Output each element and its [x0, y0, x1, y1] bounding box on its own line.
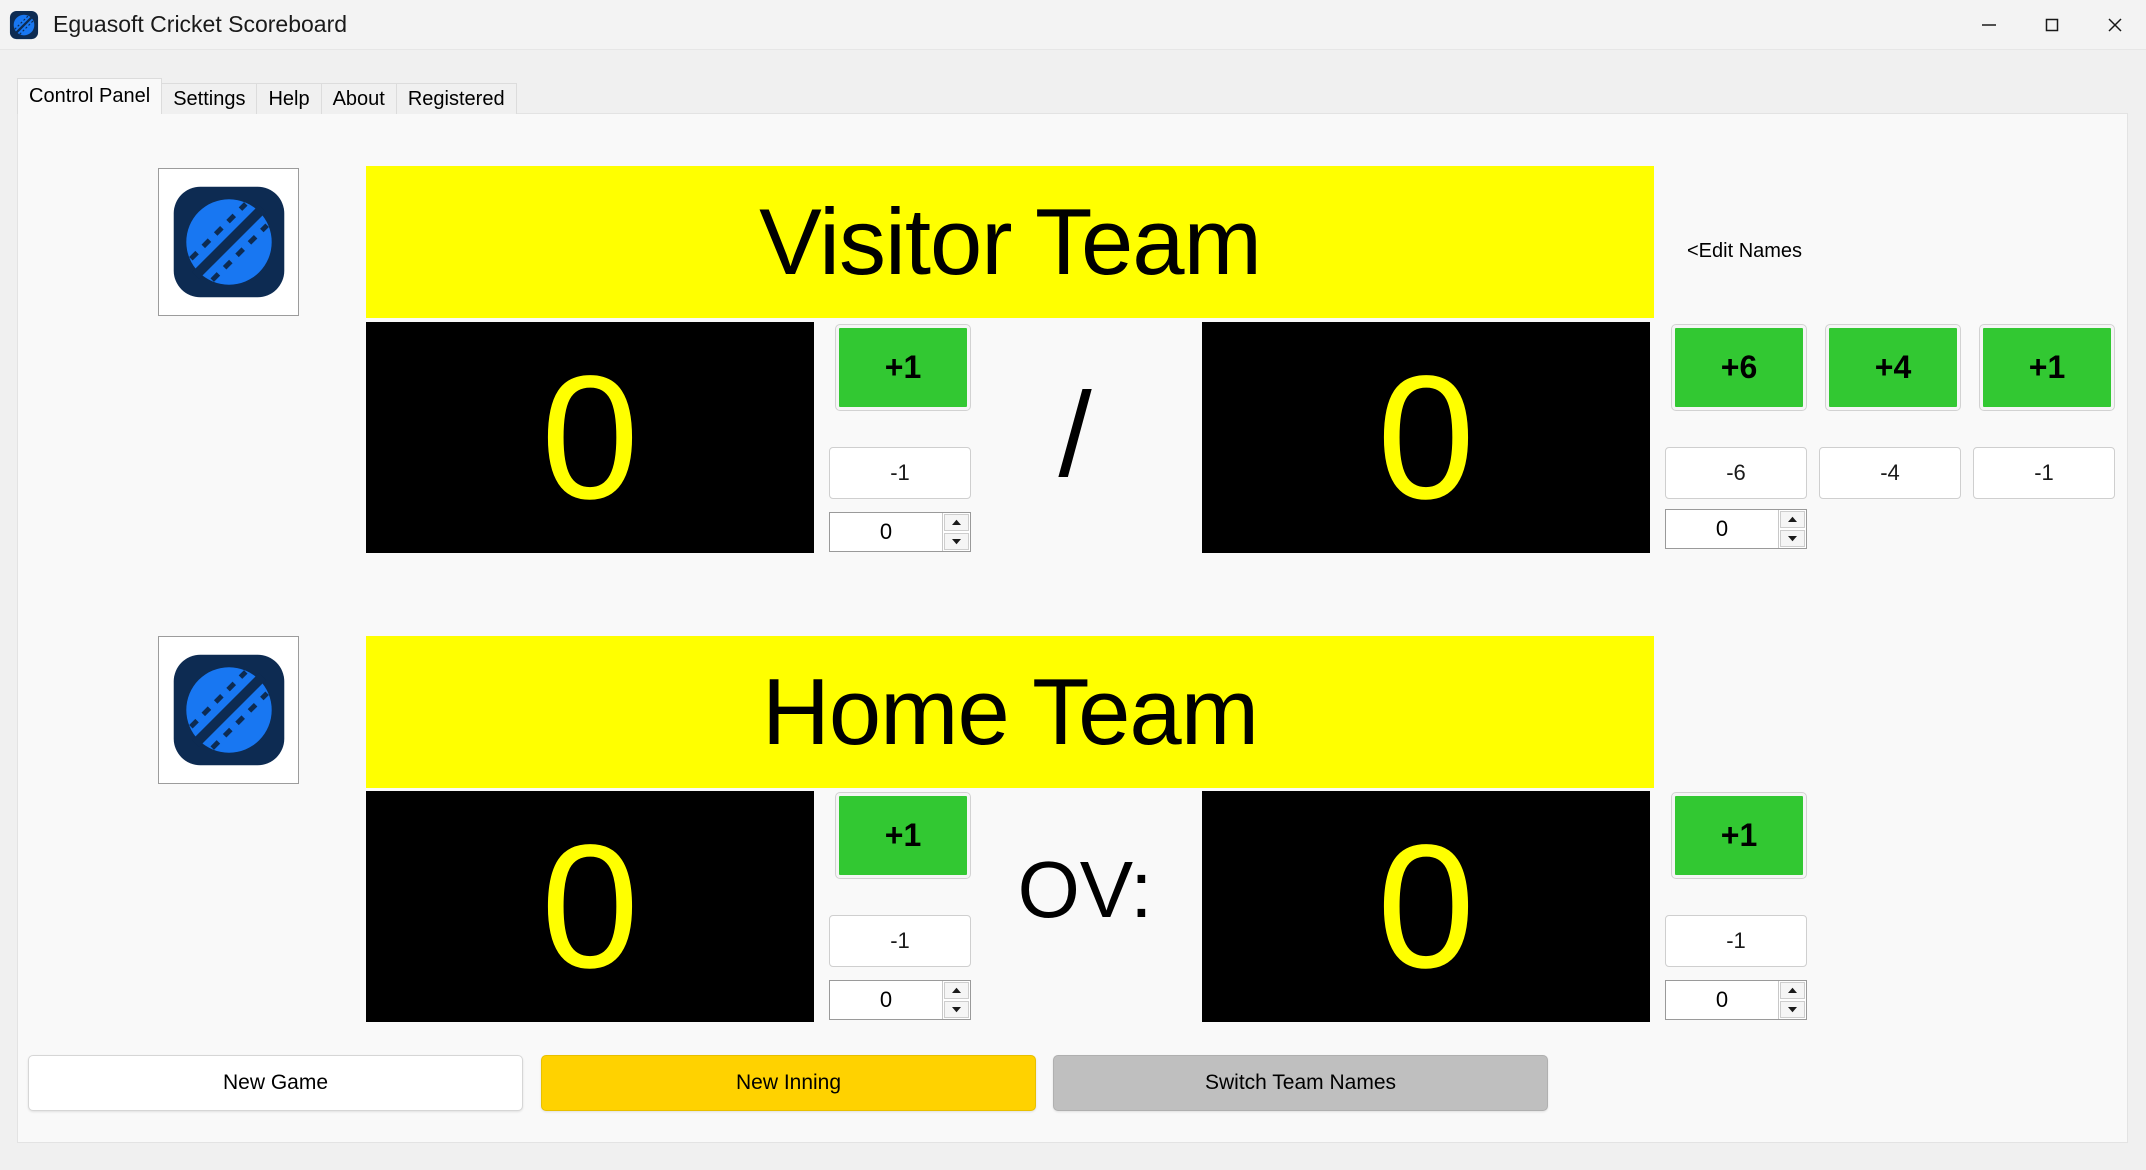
- minimize-icon[interactable]: [1957, 0, 2020, 50]
- button-label: -6: [1726, 460, 1746, 485]
- button-label: -4: [1880, 460, 1900, 485]
- home-team-name: Home Team: [761, 659, 1259, 764]
- tab-label: Control Panel: [29, 85, 151, 107]
- visitor-plus4-button[interactable]: +4: [1825, 324, 1961, 411]
- home-overs-display: 0: [1202, 791, 1650, 1022]
- home-runs-spinner[interactable]: 0: [829, 980, 971, 1020]
- window-title: Eguasoft Cricket Scoreboard: [53, 11, 348, 37]
- visitor-minus1-extra-button[interactable]: -1: [1973, 447, 2115, 499]
- cricket-ball-icon: [9, 10, 39, 40]
- visitor-runs-minus1-button[interactable]: -1: [829, 447, 971, 499]
- button-label: New Game: [222, 1071, 329, 1094]
- home-overs-value: 0: [1377, 808, 1475, 1005]
- visitor-extra-spinner[interactable]: 0: [1665, 509, 1807, 549]
- tab-strip: Control Panel Settings Help About Regist…: [17, 78, 2128, 114]
- cricket-ball-icon: [168, 181, 290, 303]
- button-label: Switch Team Names: [1204, 1071, 1396, 1094]
- visitor-team-banner[interactable]: Visitor Team: [366, 166, 1654, 318]
- visitor-runs-spinner[interactable]: 0: [829, 512, 971, 552]
- tab-label: Help: [268, 87, 310, 110]
- spinner-up-icon[interactable]: [944, 514, 969, 531]
- visitor-logo-box[interactable]: [158, 168, 299, 316]
- home-runs-minus1-button[interactable]: -1: [829, 915, 971, 967]
- visitor-minus6-button[interactable]: -6: [1665, 447, 1807, 499]
- spinner-up-icon[interactable]: [1780, 982, 1805, 999]
- home-logo-box[interactable]: [158, 636, 299, 784]
- home-runs-plus1-button[interactable]: +1: [835, 792, 971, 879]
- home-team-banner[interactable]: Home Team: [366, 636, 1654, 788]
- tab-label: Registered: [407, 87, 505, 110]
- tab-help[interactable]: Help: [256, 83, 322, 114]
- spinner-up-icon[interactable]: [1780, 511, 1805, 528]
- button-label: +1: [884, 817, 922, 853]
- visitor-plus1-extra-button[interactable]: +1: [1979, 324, 2115, 411]
- tab-label: Settings: [173, 87, 246, 110]
- button-label: +4: [1874, 349, 1912, 385]
- visitor-separator: /: [1058, 368, 1092, 502]
- visitor-wickets-value: 0: [1377, 339, 1475, 536]
- visitor-runs-value: 0: [541, 339, 639, 536]
- button-label: -1: [890, 460, 910, 485]
- tab-registered[interactable]: Registered: [395, 83, 517, 114]
- spinner-arrows: [1778, 981, 1806, 1019]
- spinner-down-icon[interactable]: [944, 1001, 969, 1018]
- visitor-runs-display: 0: [366, 322, 814, 553]
- edit-names-link[interactable]: <Edit Names: [1687, 240, 1802, 263]
- button-label: -1: [2034, 460, 2054, 485]
- home-overs-plus1-button[interactable]: +1: [1671, 792, 1807, 879]
- home-runs-value: 0: [541, 808, 639, 1005]
- home-overs-minus1-button[interactable]: -1: [1665, 915, 1807, 967]
- button-label: -1: [1726, 928, 1746, 953]
- title-bar: Eguasoft Cricket Scoreboard: [0, 0, 2146, 50]
- visitor-plus6-button[interactable]: +6: [1671, 324, 1807, 411]
- visitor-extra-spinner-value[interactable]: 0: [1666, 510, 1778, 548]
- button-label: +1: [2028, 349, 2066, 385]
- switch-team-names-button[interactable]: Switch Team Names: [1053, 1055, 1548, 1111]
- spinner-down-icon[interactable]: [1780, 1001, 1805, 1018]
- visitor-team-name: Visitor Team: [759, 189, 1262, 294]
- spinner-arrows: [942, 513, 970, 551]
- spinner-up-icon[interactable]: [944, 982, 969, 999]
- tab-settings[interactable]: Settings: [161, 83, 258, 114]
- spinner-down-icon[interactable]: [1780, 530, 1805, 547]
- cricket-ball-icon: [168, 649, 290, 771]
- close-icon[interactable]: [2083, 0, 2146, 50]
- tab-label: About: [332, 87, 385, 110]
- tab-about[interactable]: About: [320, 83, 397, 114]
- button-label: +1: [884, 349, 922, 385]
- button-label: +6: [1720, 349, 1758, 385]
- home-overs-spinner-value[interactable]: 0: [1666, 981, 1778, 1019]
- visitor-wickets-display: 0: [1202, 322, 1650, 553]
- button-label: +1: [1720, 817, 1758, 853]
- spinner-arrows: [1778, 510, 1806, 548]
- button-label: New Inning: [735, 1071, 842, 1094]
- button-label: -1: [890, 928, 910, 953]
- visitor-runs-plus1-button[interactable]: +1: [835, 324, 971, 411]
- maximize-icon[interactable]: [2020, 0, 2083, 50]
- spinner-down-icon[interactable]: [944, 533, 969, 550]
- visitor-runs-spinner-value[interactable]: 0: [830, 513, 942, 551]
- home-runs-display: 0: [366, 791, 814, 1022]
- home-runs-spinner-value[interactable]: 0: [830, 981, 942, 1019]
- new-inning-button[interactable]: New Inning: [541, 1055, 1036, 1111]
- tab-control-panel[interactable]: Control Panel: [17, 78, 163, 114]
- home-overs-spinner[interactable]: 0: [1665, 980, 1807, 1020]
- spinner-arrows: [942, 981, 970, 1019]
- overs-label: OV:: [1017, 845, 1153, 934]
- visitor-minus4-button[interactable]: -4: [1819, 447, 1961, 499]
- new-game-button[interactable]: New Game: [28, 1055, 523, 1111]
